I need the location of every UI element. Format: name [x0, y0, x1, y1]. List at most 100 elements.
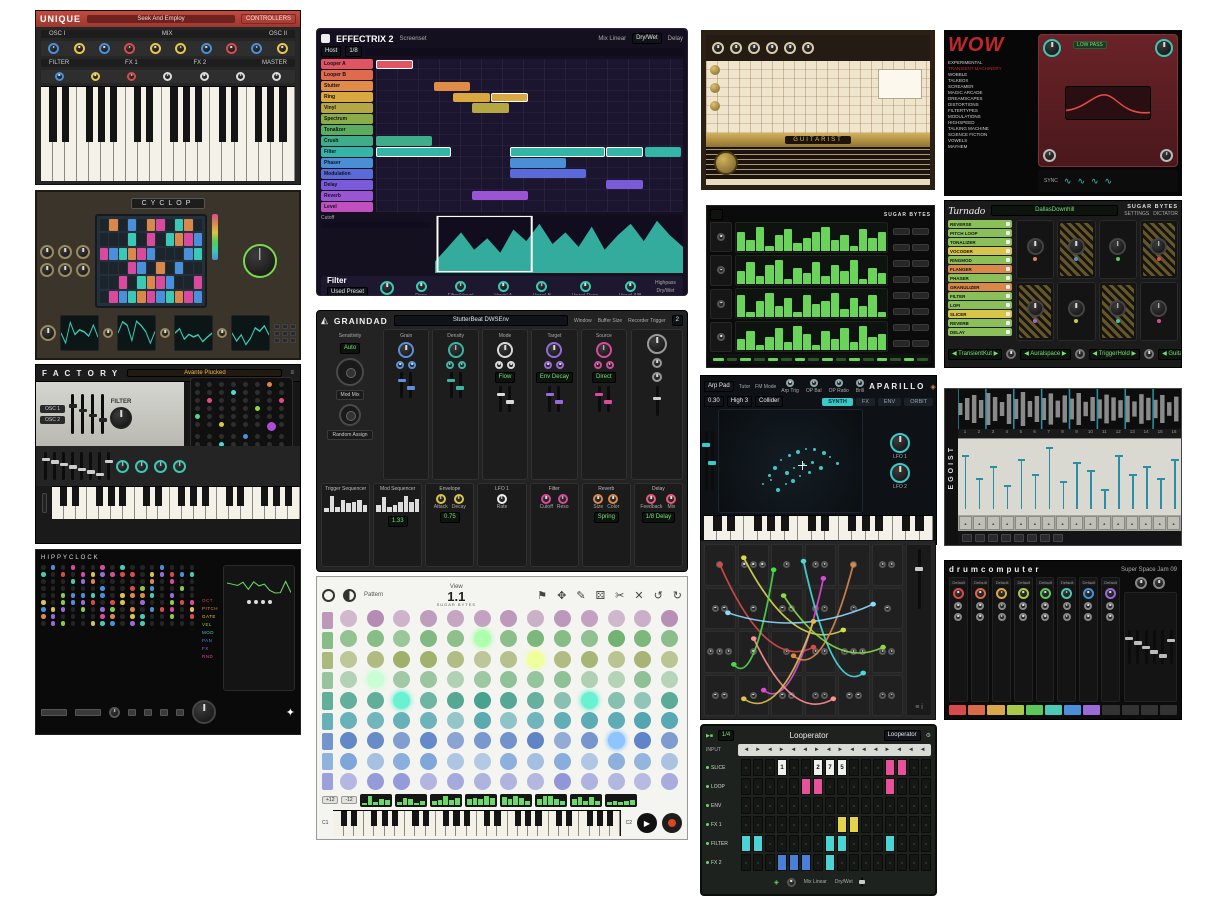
black-key[interactable] — [96, 487, 103, 506]
host-sync-button[interactable]: Host — [321, 46, 341, 57]
fx-slot-cell[interactable] — [753, 854, 763, 871]
section-knob[interactable] — [666, 494, 676, 504]
black-key[interactable] — [195, 87, 202, 142]
note-circle[interactable] — [447, 712, 464, 729]
step-bar[interactable] — [803, 273, 811, 284]
seq-step[interactable] — [109, 262, 117, 274]
note-circle[interactable] — [634, 753, 651, 770]
fx-slot-cell[interactable] — [861, 797, 871, 814]
module-cell[interactable] — [805, 631, 837, 673]
module-cell[interactable] — [872, 588, 904, 630]
tab-fx[interactable]: FX — [856, 398, 875, 406]
gate-step[interactable] — [917, 358, 928, 361]
section-knob[interactable] — [646, 494, 656, 504]
tab-synth[interactable]: SYNTH — [822, 398, 853, 406]
matrix-dot[interactable] — [219, 434, 224, 439]
seq-step[interactable] — [109, 219, 117, 231]
module-knob[interactable] — [850, 561, 857, 568]
sequencer-block[interactable] — [376, 147, 451, 156]
matrix-dot[interactable] — [243, 434, 248, 439]
note-circle[interactable] — [393, 712, 410, 729]
black-key[interactable] — [341, 811, 347, 826]
effect-select-button[interactable]: PHASER — [948, 274, 1012, 282]
slot-grid[interactable]: 1275 — [741, 759, 931, 871]
drum-pad[interactable] — [1102, 705, 1119, 715]
note-circle[interactable] — [634, 630, 651, 647]
fx-slot-cell[interactable] — [837, 797, 847, 814]
recorder-trigger-label[interactable]: Recorder Trigger — [628, 318, 666, 324]
trigger-dot[interactable] — [190, 586, 195, 591]
trigger-dot[interactable] — [100, 593, 105, 598]
note-circle[interactable] — [447, 753, 464, 770]
note-circle[interactable] — [527, 630, 544, 647]
trigger-dot[interactable] — [51, 600, 56, 605]
black-key[interactable] — [443, 811, 449, 826]
note-circle[interactable] — [581, 753, 598, 770]
lfo-knob[interactable] — [890, 463, 910, 483]
grain-knob[interactable] — [458, 361, 466, 369]
note-circle[interactable] — [581, 610, 598, 627]
fx-slot-cell[interactable] — [789, 816, 799, 833]
black-key[interactable] — [98, 87, 105, 142]
note-circle[interactable] — [340, 773, 357, 790]
fx-slot-cell[interactable] — [921, 778, 931, 795]
fx-slot-cell[interactable] — [873, 778, 883, 795]
module-cell[interactable] — [738, 588, 770, 630]
filter-knob[interactable] — [498, 281, 509, 292]
matrix-dot[interactable] — [219, 422, 224, 427]
channel-knob[interactable] — [954, 602, 962, 610]
trigger-dot[interactable] — [120, 586, 125, 591]
fx-slot-cell[interactable] — [741, 816, 751, 833]
mix-mode-label[interactable]: Mix Linear — [598, 36, 626, 42]
note-circle[interactable] — [393, 732, 410, 749]
trigger-dot[interactable] — [61, 586, 66, 591]
note-circle[interactable] — [608, 630, 625, 647]
module-knob[interactable] — [812, 692, 819, 699]
filter-type-badge[interactable]: LOW PASS — [1073, 41, 1107, 49]
matrix-dot[interactable] — [255, 414, 260, 419]
seq-row[interactable] — [100, 291, 202, 303]
lfo-knob[interactable] — [890, 433, 910, 453]
step-bar[interactable] — [821, 301, 829, 317]
trigger-dot-grid[interactable] — [41, 565, 197, 691]
trigger-dot[interactable] — [130, 614, 135, 619]
fx-slot-cell[interactable] — [849, 816, 859, 833]
trigger-dot[interactable] — [61, 565, 66, 570]
module-knob[interactable] — [783, 561, 790, 568]
module-knob[interactable] — [879, 648, 886, 655]
note-circle[interactable] — [608, 610, 625, 627]
slice-pad[interactable]: ▲ — [973, 516, 986, 530]
filter-knob[interactable] — [455, 281, 466, 292]
crosshair-cursor[interactable] — [798, 461, 807, 470]
bar[interactable] — [382, 497, 387, 512]
matrix-dot[interactable] — [279, 398, 284, 403]
trigger-dot[interactable] — [81, 579, 86, 584]
fx-slot-cell[interactable] — [921, 854, 931, 871]
transport-button[interactable] — [1040, 534, 1050, 542]
matrix-dot[interactable] — [195, 390, 200, 395]
preset-category[interactable]: TALKBOX — [948, 78, 1034, 83]
cyclop-knob[interactable] — [76, 263, 90, 277]
sequencer-block[interactable] — [510, 169, 585, 178]
gate-step[interactable] — [849, 358, 860, 361]
trigger-dot[interactable] — [61, 621, 66, 626]
note-circle[interactable] — [500, 773, 517, 790]
gate-step[interactable] — [904, 358, 915, 361]
black-key[interactable] — [143, 487, 150, 506]
seq-step[interactable] — [147, 248, 155, 260]
trigger-dot[interactable] — [100, 600, 105, 605]
seq-step[interactable] — [194, 276, 202, 288]
module-cell[interactable] — [704, 675, 736, 717]
fx-slot-cell[interactable] — [909, 797, 919, 814]
note-circle[interactable] — [608, 692, 625, 709]
cyclop-knob[interactable] — [40, 263, 54, 277]
matrix-dot[interactable] — [267, 406, 272, 411]
module-knob[interactable] — [721, 605, 728, 612]
seq-step[interactable] — [100, 219, 108, 231]
fx-slot-cell[interactable] — [837, 778, 847, 795]
row-chip[interactable] — [322, 692, 333, 709]
matrix-dot[interactable] — [267, 398, 272, 403]
obscurium-keyboard[interactable] — [333, 810, 620, 836]
black-key[interactable] — [119, 487, 126, 506]
fx-slot-cell[interactable] — [825, 778, 835, 795]
